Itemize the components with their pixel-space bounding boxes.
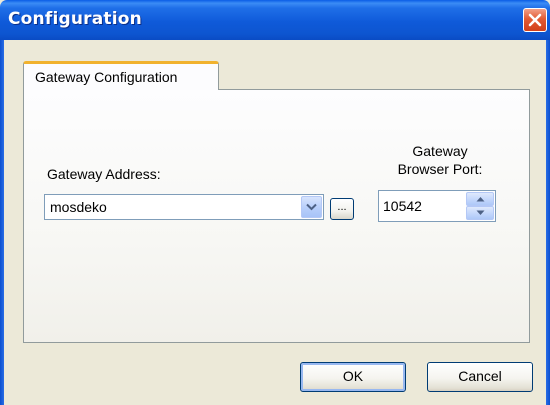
spin-down-button[interactable] — [466, 206, 494, 220]
gateway-port-label-line1: Gateway — [412, 143, 468, 159]
tab-label: Gateway Configuration — [35, 69, 178, 85]
title-bar[interactable]: Configuration — [0, 0, 550, 40]
spin-buttons — [466, 192, 494, 220]
gateway-address-value[interactable]: mosdeko — [50, 199, 107, 215]
gateway-address-label: Gateway Address: — [47, 166, 161, 182]
window-frame-left — [0, 40, 4, 405]
close-icon — [528, 13, 542, 27]
gateway-port-label-line2: Browser Port: — [397, 161, 483, 177]
tab-gateway-configuration[interactable]: Gateway Configuration — [23, 61, 219, 90]
chevron-down-icon — [306, 203, 317, 211]
gateway-address-combobox[interactable]: mosdeko — [44, 194, 324, 220]
gateway-port-spinner[interactable]: 10542 — [378, 190, 496, 222]
gateway-port-label: Gateway Browser Port: — [378, 142, 502, 178]
window-frame-right — [546, 40, 550, 405]
spin-down-icon — [476, 210, 485, 215]
window-title: Configuration — [8, 9, 142, 29]
spin-up-button[interactable] — [466, 192, 494, 206]
close-button[interactable] — [523, 8, 547, 32]
dropdown-button[interactable] — [301, 196, 322, 218]
ok-button[interactable]: OK — [300, 362, 406, 392]
browse-button[interactable]: ... — [330, 198, 354, 220]
cancel-button[interactable]: Cancel — [427, 362, 533, 392]
configuration-dialog: Configuration Gateway Configuration Gate… — [0, 0, 550, 405]
gateway-port-value[interactable]: 10542 — [383, 198, 422, 214]
spin-up-icon — [476, 197, 485, 202]
